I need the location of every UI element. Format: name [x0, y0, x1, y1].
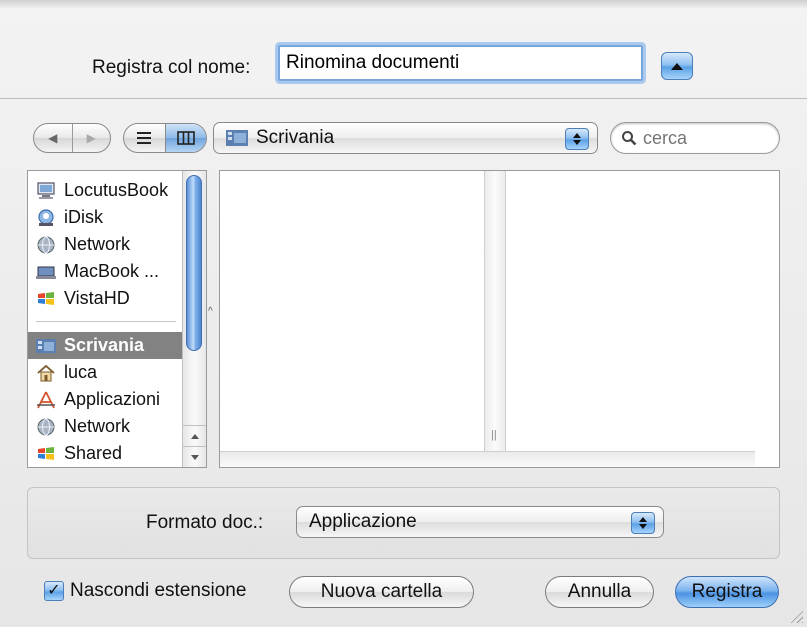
desktop-folder-icon: [226, 130, 248, 146]
back-button[interactable]: ◀: [34, 124, 72, 152]
sidebar-scroll-thumb[interactable]: [186, 175, 202, 351]
collapse-dialog-button[interactable]: [661, 52, 693, 80]
resize-grip-icon[interactable]: [789, 609, 803, 623]
search-field[interactable]: [610, 122, 780, 154]
location-popup[interactable]: Scrivania: [213, 122, 598, 154]
sidebar: LocutusBook iDisk Network MacBook ... Vi…: [27, 170, 207, 468]
idisk-icon: [38, 208, 54, 226]
format-selected-value: Applicazione: [309, 511, 417, 532]
desktop-folder-icon: [36, 338, 56, 353]
arrow-up-icon: [190, 433, 199, 439]
new-folder-button[interactable]: Nuova cartella: [289, 576, 474, 608]
sidebar-item-luca[interactable]: luca: [28, 359, 183, 386]
cancel-button[interactable]: Annulla: [545, 576, 654, 608]
format-label: Formato doc.:: [146, 512, 264, 533]
network-globe-icon: [37, 236, 55, 253]
shared-drive-icon: [38, 446, 54, 460]
applications-icon: [37, 391, 55, 408]
save-as-name-input[interactable]: [278, 45, 643, 81]
scroll-down-button[interactable]: [183, 446, 206, 467]
network-globe-icon: [37, 418, 55, 435]
sidebar-item-macbook[interactable]: MacBook ...: [28, 258, 183, 285]
search-input[interactable]: [641, 126, 765, 150]
back-forward-control: ◀ ▶: [33, 123, 111, 153]
list-view-icon: [137, 132, 152, 144]
column-resize-grip-icon[interactable]: ||: [491, 429, 497, 441]
hide-extension-checkbox[interactable]: ✓: [44, 581, 64, 601]
forward-button[interactable]: ▶: [71, 124, 111, 152]
section-divider: [0, 98, 807, 99]
sidebar-item-vistahd[interactable]: VistaHD: [28, 285, 183, 312]
sidebar-item-scrivania[interactable]: Scrivania: [28, 332, 183, 359]
search-icon: [622, 131, 637, 146]
sidebar-item-shared[interactable]: Shared: [28, 440, 183, 467]
column-divider[interactable]: [484, 171, 506, 453]
location-label: Scrivania: [256, 127, 335, 148]
arrow-right-icon: ▶: [86, 131, 96, 145]
save-button[interactable]: Registra: [675, 576, 779, 608]
sheet-top-edge: [0, 0, 807, 8]
hide-extension-option[interactable]: ✓ Nascondi estensione: [44, 580, 246, 602]
chevron-up-icon: [671, 62, 683, 70]
popup-arrows-icon: [631, 512, 655, 534]
scroll-up-button[interactable]: [183, 425, 206, 446]
column-view-button[interactable]: [164, 124, 206, 152]
sidebar-separator: [36, 321, 176, 322]
sidebar-item-locutusbook[interactable]: LocutusBook: [28, 177, 183, 204]
sidebar-resize-caret-icon[interactable]: ^: [208, 306, 213, 317]
browser-horizontal-scrollbar[interactable]: [220, 451, 755, 467]
popup-arrows-icon: [565, 128, 589, 150]
sidebar-item-network-2[interactable]: Network: [28, 413, 183, 440]
list-view-button[interactable]: [124, 124, 165, 152]
save-as-label: Registra col nome:: [92, 57, 251, 78]
sidebar-scrollbar[interactable]: [182, 171, 206, 467]
windows-drive-icon: [38, 291, 54, 305]
column-browser: ||: [219, 170, 780, 468]
sidebar-item-applicazioni[interactable]: Applicazioni: [28, 386, 183, 413]
hide-extension-label: Nascondi estensione: [70, 580, 247, 601]
arrow-left-icon: ◀: [48, 131, 58, 145]
format-popup[interactable]: Applicazione: [296, 506, 664, 538]
laptop-drive-icon: [36, 266, 56, 279]
column-view-icon: [176, 131, 195, 145]
view-mode-control: [123, 123, 207, 153]
computer-icon: [37, 181, 55, 199]
sidebar-item-network[interactable]: Network: [28, 231, 183, 258]
arrow-down-icon: [190, 454, 199, 460]
sidebar-item-idisk[interactable]: iDisk: [28, 204, 183, 231]
home-icon: [37, 364, 55, 381]
